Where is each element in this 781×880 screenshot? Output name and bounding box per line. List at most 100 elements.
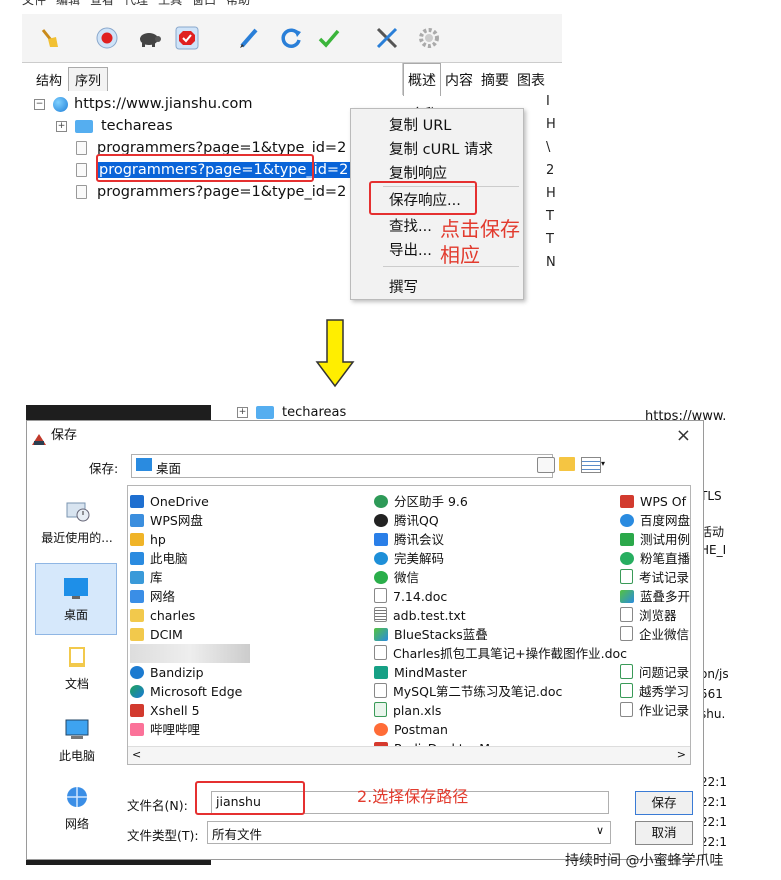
save-in-combobox[interactable]: 桌面 ∨ [131,454,553,478]
baidu-pan-icon [620,514,634,527]
tab-overview[interactable]: 概述 [403,63,441,96]
settings-gear-icon[interactable] [416,25,442,51]
place-network[interactable]: 网络 [35,785,119,832]
file-item[interactable]: plan.xls [374,701,441,720]
filetype-select[interactable]: 所有文件 ∨ [207,821,611,844]
menu-copy-curl[interactable]: 复制 cURL 请求 [389,139,493,161]
horizontal-scrollbar[interactable]: < > [128,746,690,764]
tools-icon[interactable] [374,25,400,51]
file-item[interactable]: WPS网盘 [130,511,203,530]
tab-structure[interactable]: 结构 [30,68,68,91]
file-item[interactable]: 越秀学习 [620,682,689,701]
menu-copy-url[interactable]: 复制 URL [389,115,451,137]
file-item[interactable]: BlueStacks蓝叠 [374,625,488,644]
place-desktop[interactable]: 桌面 [35,563,117,635]
java-app-icon [31,428,47,445]
file-item[interactable]: WPS Of [620,492,686,511]
file-item[interactable]: 腾讯会议 [374,530,444,549]
tab-sequence[interactable]: 序列 [68,67,109,91]
record-icon[interactable] [94,25,120,51]
file-label: WPS网盘 [150,513,203,528]
file-item[interactable]: 微信 [374,568,419,587]
file-item[interactable]: 腾讯QQ [374,511,439,530]
menu-bar: 文件 编辑 查看 代理 工具 窗口 帮助 [22,0,562,8]
file-item[interactable]: 考试记录 [620,568,689,587]
file-item[interactable]: DCIM [130,625,183,644]
file-item[interactable]: 哔哩哔哩 [130,720,200,739]
tab-chart[interactable]: 图表 [513,64,549,96]
chevron-down-icon[interactable]: ∨ [596,824,604,837]
new-folder-icon[interactable] [559,457,575,471]
file-item[interactable]: 库 [130,568,163,587]
collapse-icon[interactable]: − [34,98,45,110]
file-item[interactable]: 作业记录 [620,701,689,720]
save-dialog: 保存 × 保存: 桌面 ∨ ▾ 最近使用的... 桌面 文档 此电脑 [26,420,704,860]
throttle-turtle-icon[interactable] [136,25,162,51]
file-item[interactable]: Postman [374,720,448,739]
menu-tools[interactable]: 工具 [158,0,182,7]
tab-contents[interactable]: 内容 [441,64,477,96]
chevron-down-icon[interactable]: ▾ [601,459,605,468]
shortcut-icon [620,607,633,622]
file-item-blurred[interactable] [130,644,250,663]
close-button[interactable]: × [676,421,691,451]
dialog-titlebar: 保存 × [27,421,703,451]
menu-find[interactable]: 查找... [389,216,432,238]
file-item[interactable]: Bandizip [130,663,204,682]
file-item[interactable]: Charles抓包工具笔记+操作截图作业.doc [374,644,627,663]
menu-view[interactable]: 查看 [90,0,114,7]
menu-proxy[interactable]: 代理 [124,0,148,7]
file-item[interactable]: 问题记录 [620,663,689,682]
annotation-choose-path: 2.选择保存路径 [357,787,469,806]
validate-check-icon[interactable] [316,25,342,51]
file-item[interactable]: 完美解码 [374,549,444,568]
menu-file[interactable]: 文件 [22,0,46,7]
menu-export[interactable]: 导出... [389,240,432,262]
file-item[interactable]: 粉笔直播 [620,549,690,568]
file-item[interactable]: OneDrive [130,492,209,511]
file-item[interactable]: MySQL第二节练习及笔记.doc [374,682,562,701]
file-item[interactable]: 浏览器 [620,606,677,625]
save-button[interactable]: 保存 [635,791,693,815]
view-menu-icon[interactable] [581,457,601,473]
detail-values-strip: I H \ 2 H T T N [546,94,556,270]
file-item[interactable]: 测试用例 [620,530,690,549]
file-item[interactable]: 7.14.doc [374,587,447,606]
menu-window[interactable]: 窗口 [192,0,216,7]
repeat-icon[interactable] [278,25,304,51]
file-item[interactable]: hp [130,530,166,549]
tree-root[interactable]: − https://www.jianshu.com [34,93,252,115]
place-documents[interactable]: 文档 [35,645,119,692]
menu-edit[interactable]: 编辑 [56,0,80,7]
scroll-left-icon[interactable]: < [132,748,141,761]
scroll-right-icon[interactable]: > [677,748,686,761]
place-this-pc[interactable]: 此电脑 [35,717,119,764]
tab-summary[interactable]: 摘要 [477,64,513,96]
file-item[interactable]: 企业微信 [620,625,689,644]
cancel-button[interactable]: 取消 [635,821,693,845]
menu-help[interactable]: 帮助 [226,0,250,7]
bluestacks-icon [620,590,634,603]
file-item[interactable]: Xshell 5 [130,701,200,720]
file-item[interactable]: Microsoft Edge [130,682,242,701]
tree-folder-label: techareas [101,118,173,134]
tree-folder[interactable]: + techareas [56,115,173,137]
bg-text: 22:1 [700,835,727,849]
expand-icon[interactable]: + [56,120,67,132]
menu-compose[interactable]: 撰写 [389,277,418,299]
tree-item[interactable]: programmers?page=1&type_id=2 [76,181,346,203]
up-folder-icon[interactable] [537,457,555,473]
broom-icon[interactable] [36,25,62,51]
file-item[interactable]: adb.test.txt [374,606,466,625]
file-item[interactable]: 百度网盘 [620,511,690,530]
compose-pen-icon[interactable] [236,25,262,51]
file-item[interactable]: 分区助手 9.6 [374,492,468,511]
file-label: MySQL第二节练习及笔记.doc [393,684,563,699]
file-item[interactable]: charles [130,606,195,625]
file-item[interactable]: 网络 [130,587,175,606]
file-item[interactable]: 蓝叠多开 [620,587,690,606]
breakpoint-icon[interactable] [174,25,200,51]
file-item[interactable]: MindMaster [374,663,467,682]
file-item[interactable]: 此电脑 [130,549,188,568]
place-recent[interactable]: 最近使用的... [35,499,119,546]
